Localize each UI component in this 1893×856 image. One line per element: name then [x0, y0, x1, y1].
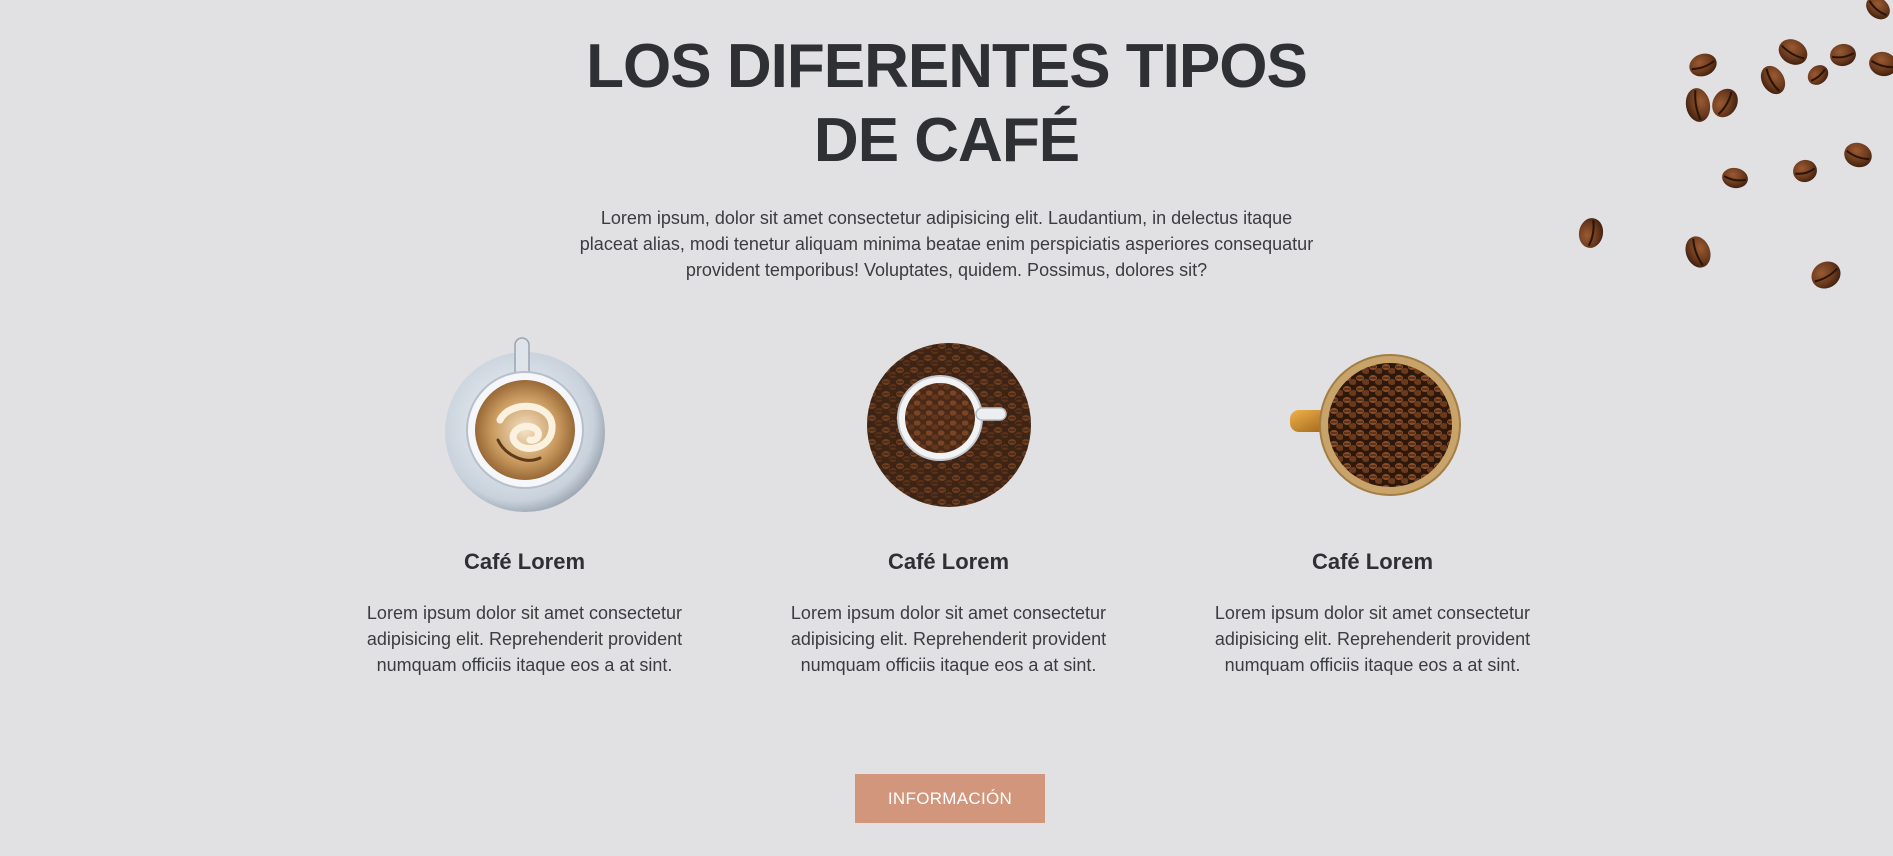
- cup-in-coffee-beans-image: [854, 330, 1044, 520]
- section-title: LOS DIFERENTES TIPOS DE CAFÉ: [586, 32, 1308, 175]
- card-title: Café Lorem: [1311, 549, 1434, 574]
- mug-full-of-beans-image: [1278, 330, 1468, 520]
- card-text: Lorem ipsum dolor sit amet consectetur a…: [366, 603, 683, 675]
- info-button[interactable]: INFORMACIÓN: [855, 774, 1045, 823]
- latte-art-cup-image: [430, 330, 620, 520]
- card-text: Lorem ipsum dolor sit amet consectetur a…: [790, 603, 1107, 675]
- coffee-types-list: Café Lorem Lorem ipsum dolor sit amet co…: [347, 330, 1547, 690]
- card-title: Café Lorem: [463, 549, 586, 574]
- coffee-card: Café Lorem Lorem ipsum dolor sit amet co…: [1195, 330, 1550, 678]
- coffee-card: Café Lorem Lorem ipsum dolor sit amet co…: [347, 330, 702, 678]
- intro-text: Lorem ipsum, dolor sit amet consectetur …: [579, 208, 1314, 280]
- card-text: Lorem ipsum dolor sit amet consectetur a…: [1214, 603, 1531, 675]
- coffee-card: Café Lorem Lorem ipsum dolor sit amet co…: [771, 330, 1126, 678]
- card-title: Café Lorem: [887, 549, 1010, 574]
- coffee-beans-decoration: [1553, 0, 1893, 320]
